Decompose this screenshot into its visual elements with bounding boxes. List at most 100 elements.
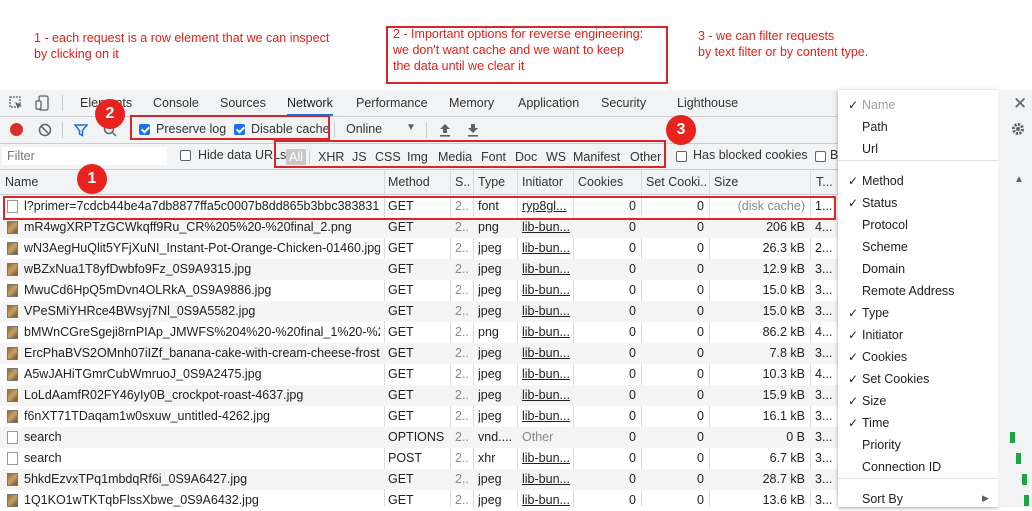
menu-item-initiator[interactable]: Initiator	[862, 324, 903, 346]
divider	[426, 122, 427, 138]
cell-initiator[interactable]: lib-bun...	[522, 490, 570, 511]
cell-type: jpeg	[478, 346, 502, 360]
table-row[interactable]: f6nXT71TDaqam1w0sxuw_untitled-4262.jpg GE…	[0, 406, 838, 427]
image-file-icon	[7, 410, 18, 423]
close-icon[interactable]: ✕	[1013, 94, 1027, 114]
menu-item-remote-address[interactable]: Remote Address	[862, 280, 954, 302]
cell-method: GET	[388, 241, 414, 255]
cell-initiator[interactable]: lib-bun...	[522, 301, 570, 322]
cell-cookies: 0	[629, 451, 636, 465]
cell-initiator[interactable]: lib-bun...	[522, 385, 570, 406]
menu-item-size[interactable]: Size	[862, 390, 886, 412]
cell-setcookies: 0	[697, 262, 704, 276]
has-blocked-cookies-checkbox[interactable]	[676, 151, 687, 162]
tab-lighthouse[interactable]: Lighthouse	[677, 90, 738, 116]
inspect-element-icon[interactable]	[9, 96, 23, 110]
tab-console[interactable]: Console	[153, 90, 199, 116]
cell-initiator[interactable]: lib-bun...	[522, 343, 570, 364]
gear-icon[interactable]	[1011, 122, 1025, 136]
export-har-icon[interactable]	[466, 122, 480, 138]
cell-setcookies: 0	[697, 430, 704, 444]
menu-item-time[interactable]: Time	[862, 412, 889, 434]
cell-initiator[interactable]: lib-bun...	[522, 406, 570, 427]
cell-size: 7.8 kB	[769, 346, 805, 360]
cell-setcookies: 0	[697, 388, 704, 402]
menu-item-protocol[interactable]: Protocol	[862, 214, 908, 236]
tab-memory[interactable]: Memory	[449, 90, 494, 116]
tab-sources[interactable]: Sources	[220, 90, 266, 116]
record-icon[interactable]	[10, 123, 23, 136]
column-header-method[interactable]: Method	[388, 170, 448, 194]
cell-name: wN3AegHuQlit5YFjXuNI_Instant-Pot-Orange-…	[24, 241, 380, 255]
tab-security[interactable]: Security	[601, 90, 646, 116]
table-row[interactable]: A5wJAHiTGmrCubWmruoJ_0S9A2475.jpg GET 2...…	[0, 364, 838, 385]
image-file-icon	[7, 263, 18, 276]
menu-item-type[interactable]: Type	[862, 302, 889, 324]
menu-item-status[interactable]: Status	[862, 192, 897, 214]
table-row[interactable]: wBZxNua1T8yfDwbfo9Fz_0S9A9315.jpg GET 2...…	[0, 259, 838, 280]
table-row[interactable]: mR4wgXRPTzGCWkqff9Ru_CR%205%20-%20final_…	[0, 217, 838, 238]
cell-initiator[interactable]: lib-bun...	[522, 217, 570, 238]
tab-performance[interactable]: Performance	[356, 90, 428, 116]
throttling-select[interactable]: Online ▼	[346, 121, 418, 139]
column-header-name[interactable]: Name	[5, 170, 380, 194]
device-toolbar-icon[interactable]	[35, 95, 49, 111]
column-header-status[interactable]: S...	[455, 170, 469, 194]
import-har-icon[interactable]	[438, 122, 452, 138]
table-row[interactable]: VPeSMiYHRce4BWsyj7Nl_0S9A5582.jpg GET 2...…	[0, 301, 838, 322]
tab-network[interactable]: Network	[287, 90, 333, 116]
cell-name: A5wJAHiTGmrCubWmruoJ_0S9A2475.jpg	[24, 367, 262, 381]
table-row[interactable]: wN3AegHuQlit5YFjXuNI_Instant-Pot-Orange-…	[0, 238, 838, 259]
cell-type: png	[478, 325, 499, 339]
cell-size: 6.7 kB	[769, 451, 805, 465]
cell-setcookies: 0	[697, 367, 704, 381]
cell-cookies: 0	[629, 304, 636, 318]
cell-cookies: 0	[629, 472, 636, 486]
table-row[interactable]: LoLdAamfR02FY46yIy0B_crockpot-roast-4637…	[0, 385, 838, 406]
cell-size: 206 kB	[766, 220, 805, 234]
table-row[interactable]: MwuCd6HpQ5mDvn4OLRkA_0S9A9886.jpg GET 2...…	[0, 280, 838, 301]
cell-status: 2...	[455, 430, 469, 444]
cell-method: GET	[388, 220, 414, 234]
menu-item-priority[interactable]: Priority	[862, 434, 901, 456]
filter-icon[interactable]	[74, 123, 88, 137]
table-row[interactable]: bMWnCGreSgeji8rnPIAp_JMWFS%204%20-%20fin…	[0, 322, 838, 343]
tab-application[interactable]: Application	[518, 90, 579, 116]
cell-initiator[interactable]: lib-bun...	[522, 448, 570, 469]
cell-initiator[interactable]: lib-bun...	[522, 259, 570, 280]
menu-item-connection-id[interactable]: Connection ID	[862, 456, 941, 478]
clear-icon[interactable]	[38, 123, 52, 137]
column-header-time[interactable]: T...	[816, 170, 834, 194]
cell-initiator[interactable]: lib-bun...	[522, 322, 570, 343]
column-header-cookies[interactable]: Cookies	[578, 170, 638, 194]
column-header-initiator[interactable]: Initiator	[522, 170, 572, 194]
table-row[interactable]: search OPTIONS 2... vnd.... Other 0 0 0 B 3...	[0, 427, 838, 448]
column-header-type[interactable]: Type	[478, 170, 516, 194]
table-row[interactable]: 1Q1KO1wTKTqbFlssXbwe_0S9A6432.jpg GET 2...…	[0, 490, 838, 511]
cell-status: 2...	[455, 304, 469, 318]
filter-input[interactable]	[2, 147, 167, 165]
hide-data-urls-checkbox[interactable]	[180, 150, 191, 161]
cell-name: 1Q1KO1wTKTqbFlssXbwe_0S9A6432.jpg	[24, 493, 259, 507]
table-row[interactable]: search POST 2... xhr lib-bun... 0 0 6.7 kB 3...	[0, 448, 838, 469]
cell-initiator[interactable]: lib-bun...	[522, 238, 570, 259]
cell-initiator[interactable]: lib-bun...	[522, 280, 570, 301]
cell-initiator[interactable]: lib-bun...	[522, 364, 570, 385]
cell-name: wBZxNua1T8yfDwbfo9Fz_0S9A9315.jpg	[24, 262, 252, 276]
menu-item-scheme[interactable]: Scheme	[862, 236, 908, 258]
table-row[interactable]: 5hkdEzvxTPq1mbdqRf6i_0S9A6427.jpg GET 2...…	[0, 469, 838, 490]
menu-item-domain[interactable]: Domain	[862, 258, 905, 280]
cell-cookies: 0	[629, 367, 636, 381]
menu-item-url[interactable]: Url	[862, 138, 878, 160]
cell-status: 2...	[455, 283, 469, 297]
column-header-set-cookies[interactable]: Set Cooki...	[646, 170, 708, 194]
blocked-requests-checkbox[interactable]	[815, 151, 826, 162]
menu-item-path[interactable]: Path	[862, 116, 888, 138]
menu-item-method[interactable]: Method	[862, 170, 904, 192]
cell-initiator[interactable]: lib-bun...	[522, 469, 570, 490]
menu-item-set-cookies[interactable]: Set Cookies	[862, 368, 929, 390]
menu-item-cookies[interactable]: Cookies	[862, 346, 907, 368]
annotation-note-1: 1 - each request is a row element that w…	[34, 31, 330, 61]
table-row[interactable]: ErcPhaBVS2OMnh07iIZf_banana-cake-with-cr…	[0, 343, 838, 364]
column-header-size[interactable]: Size	[714, 170, 804, 194]
